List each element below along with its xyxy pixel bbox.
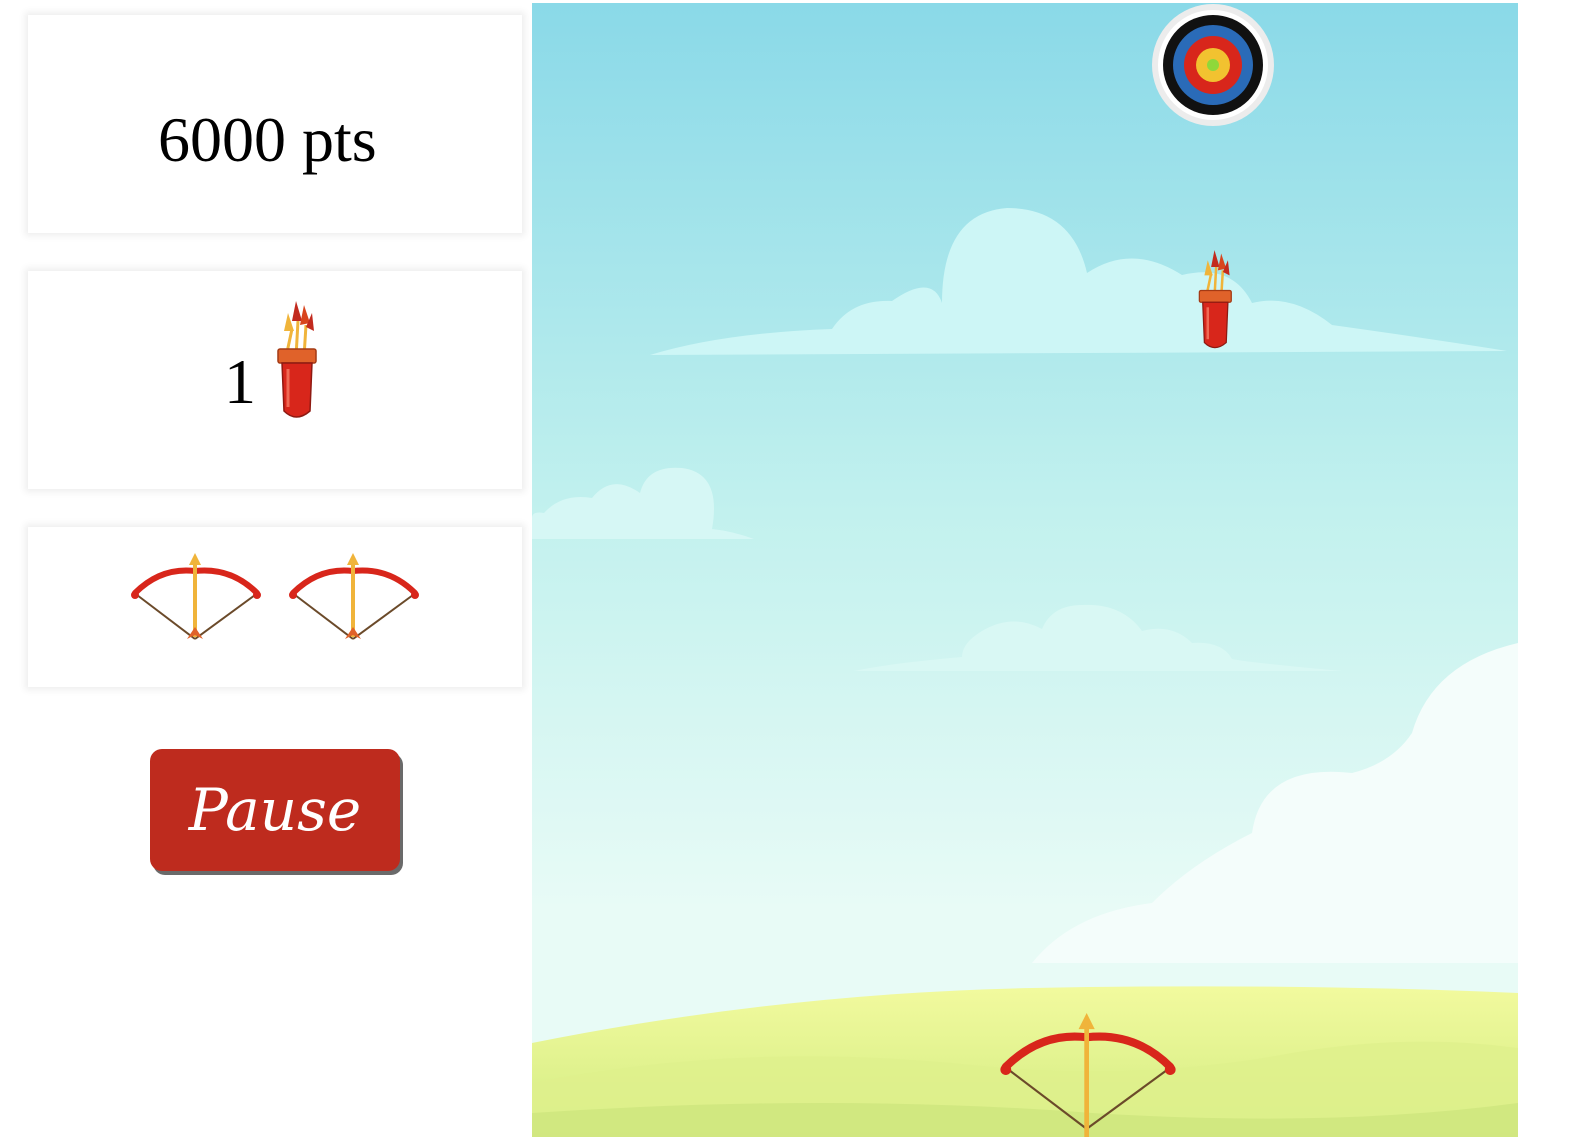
quiver-count: 1	[224, 346, 256, 417]
score-display: 6000 pts	[28, 103, 522, 177]
pause-button[interactable]: Pause	[150, 749, 400, 871]
quiver-icon	[1198, 250, 1232, 349]
quiver-panel: 1	[28, 271, 522, 489]
score-value: 6000	[158, 104, 286, 175]
score-unit: pts	[302, 104, 377, 175]
bow-icon	[131, 553, 261, 640]
lives-panel	[28, 527, 522, 687]
archery-target-icon	[1152, 4, 1274, 126]
sky-background	[532, 3, 1518, 1137]
bow-icon	[289, 553, 419, 640]
quiver-icon	[277, 301, 317, 418]
score-panel: 6000 pts	[28, 15, 522, 233]
game-area[interactable]	[532, 3, 1518, 1137]
player-bow-icon[interactable]	[1000, 1013, 1176, 1137]
